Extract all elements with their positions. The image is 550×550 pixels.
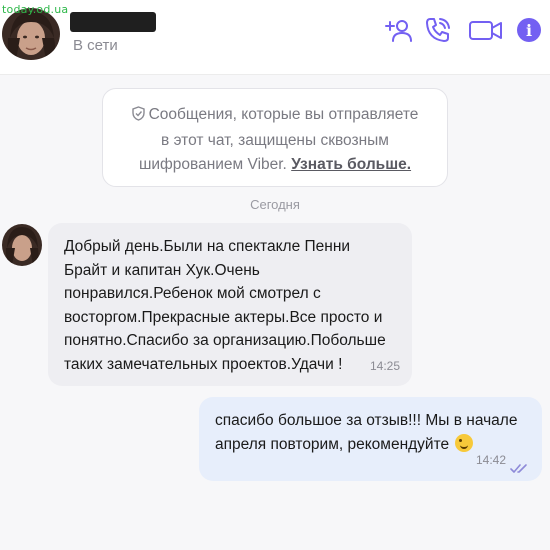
video-call-icon[interactable] bbox=[467, 14, 505, 46]
message-line: апреля повторим, рекомендуйте bbox=[215, 436, 450, 453]
chat-header: В сети i bbox=[0, 0, 550, 75]
redacted-contact-name bbox=[70, 12, 156, 32]
notice-line-2: в этот чат, защищены сквозным bbox=[161, 132, 389, 149]
encryption-notice: Сообщения, которые вы отправляете в этот… bbox=[102, 88, 448, 187]
message-timestamp: 14:42 bbox=[475, 453, 506, 467]
message-line: спасибо большое за отзыв!!! Мы в начале bbox=[215, 412, 518, 429]
notice-line-3: шифрованием Viber. bbox=[138, 156, 287, 173]
learn-more-link[interactable]: Узнать больше. bbox=[291, 156, 411, 173]
phone-icon[interactable] bbox=[422, 14, 454, 46]
message-line: восторгом.Прекрасные актеры.Все просто и bbox=[64, 308, 383, 326]
online-status: В сети bbox=[73, 37, 118, 54]
winking-emoji-icon bbox=[455, 434, 474, 452]
shield-icon bbox=[131, 105, 145, 129]
date-separator: Сегодня bbox=[250, 197, 300, 212]
message-line: понравился.Ребенок мой смотрел с bbox=[64, 285, 321, 302]
sender-avatar[interactable] bbox=[2, 224, 42, 266]
outgoing-message[interactable]: спасибо большое за отзыв!!! Мы в начале … bbox=[199, 397, 542, 481]
info-icon[interactable]: i bbox=[517, 18, 541, 42]
message-line: Брайт и капитан Хук.Очень bbox=[64, 261, 260, 279]
add-contact-icon[interactable] bbox=[384, 14, 416, 46]
message-line: таких замечательных проектов.Удачи ! bbox=[64, 355, 343, 373]
message-line: понятно.Спасибо за организацию.Побольше bbox=[64, 332, 386, 349]
message-timestamp: 14:25 bbox=[369, 358, 400, 373]
double-check-icon bbox=[510, 459, 530, 473]
incoming-message[interactable]: Добрый день.Были на спектакле Пенни Брай… bbox=[48, 223, 412, 386]
message-line: Добрый день.Были на спектакле Пенни bbox=[64, 238, 351, 255]
watermark: today.od.ua bbox=[2, 3, 69, 16]
notice-line-1: Сообщения, которые вы отправляете bbox=[148, 106, 419, 123]
